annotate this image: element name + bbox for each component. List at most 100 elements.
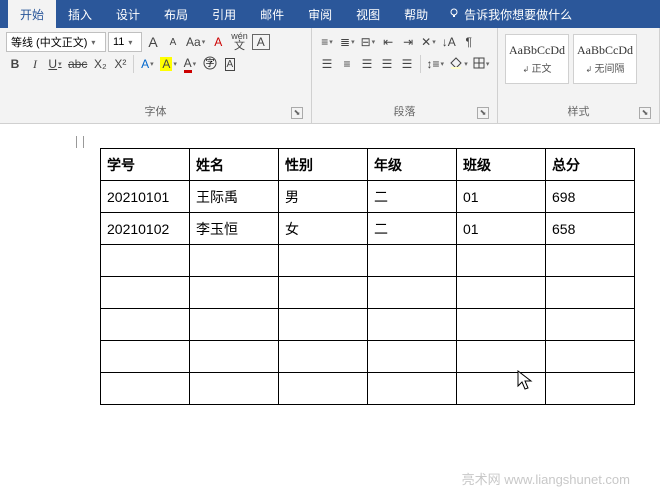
increase-indent-button[interactable]: ⇥ [399,32,417,52]
tab-references[interactable]: 引用 [200,0,248,29]
table-cell[interactable] [279,277,368,309]
table-header-cell[interactable]: 姓名 [190,149,279,181]
asian-layout-button[interactable]: ✕▾ [419,32,438,52]
bullets-button[interactable]: ≡▾ [318,32,336,52]
table-cell[interactable] [279,245,368,277]
align-right-button[interactable]: ☰ [358,54,376,74]
font-color-button[interactable]: A▾ [181,54,199,74]
tab-view[interactable]: 视图 [344,0,392,29]
char-border-button[interactable]: A [252,34,270,50]
table-header-cell[interactable]: 班级 [457,149,546,181]
table-cell[interactable]: 20210102 [101,213,190,245]
style-normal[interactable]: AaBbCcDd 正文 [505,34,569,84]
borders-button[interactable]: ▾ [471,54,491,74]
bold-button[interactable]: B [6,54,24,74]
table-cell[interactable] [279,341,368,373]
table-cell[interactable] [368,277,457,309]
strikethrough-button[interactable]: abc [66,54,89,74]
table-cell[interactable]: 二 [368,213,457,245]
tab-layout[interactable]: 布局 [152,0,200,29]
table-cell[interactable] [457,341,546,373]
document-table[interactable]: 学号姓名性别年级班级总分 20210101王际禹男二01698 20210102李玉… [100,148,635,405]
table-cell[interactable] [101,245,190,277]
table-cell[interactable] [190,309,279,341]
styles-dialog-launcher[interactable]: ⬊ [639,107,651,119]
table-cell[interactable]: 698 [546,181,635,213]
table-cell[interactable] [457,373,546,405]
superscript-button[interactable]: X² [111,54,129,74]
table-cell[interactable] [101,277,190,309]
tab-home[interactable]: 开始 [8,0,56,29]
table-cell[interactable] [546,277,635,309]
change-case-button[interactable]: Aa▾ [184,32,207,52]
table-cell[interactable] [457,245,546,277]
sort-button[interactable]: ↓A [440,32,458,52]
table-cell[interactable] [546,341,635,373]
table-cell[interactable]: 王际禹 [190,181,279,213]
table-cell[interactable] [368,341,457,373]
table-cell[interactable] [368,309,457,341]
italic-button[interactable]: I [26,54,44,74]
ruler-indent-marker[interactable] [76,136,84,148]
table-cell[interactable]: 658 [546,213,635,245]
multilevel-button[interactable]: ⊟▾ [359,32,378,52]
table-cell[interactable] [190,341,279,373]
table-cell[interactable] [546,245,635,277]
tab-insert[interactable]: 插入 [56,0,104,29]
table-cell[interactable]: 女 [279,213,368,245]
font-dialog-launcher[interactable]: ⬊ [291,107,303,119]
highlight-button[interactable]: A▾ [158,54,179,74]
table-cell[interactable]: 李玉恒 [190,213,279,245]
subscript-button[interactable]: X₂ [91,54,109,74]
char-shading-button[interactable]: 字 [201,54,219,74]
numbering-button[interactable]: ≣▾ [338,32,357,52]
text-effects-button[interactable]: A▾ [138,54,156,74]
table-cell[interactable] [101,373,190,405]
table-cell[interactable] [101,309,190,341]
underline-button[interactable]: U▾ [46,54,64,74]
show-marks-button[interactable]: ¶ [460,32,478,52]
table-cell[interactable] [368,245,457,277]
font-size-select[interactable]: 11▾ [108,32,142,52]
shading-button[interactable]: ▾ [448,54,470,74]
distributed-button[interactable]: ☰ [398,54,416,74]
table-cell[interactable]: 01 [457,213,546,245]
tab-review[interactable]: 审阅 [296,0,344,29]
table-cell[interactable] [190,245,279,277]
table-cell[interactable] [279,373,368,405]
shrink-font-button[interactable]: A [164,32,182,52]
table-cell[interactable] [457,277,546,309]
table-cell[interactable]: 01 [457,181,546,213]
style-nospacing[interactable]: AaBbCcDd 无间隔 [573,34,637,84]
table-cell[interactable] [279,309,368,341]
table-cell[interactable]: 20210101 [101,181,190,213]
align-center-button[interactable]: ≡ [338,54,356,74]
table-header-cell[interactable]: 性别 [279,149,368,181]
table-cell[interactable] [546,309,635,341]
decrease-indent-button[interactable]: ⇤ [379,32,397,52]
tab-help[interactable]: 帮助 [392,0,440,29]
table-cell[interactable]: 男 [279,181,368,213]
enclose-char-button[interactable]: A [221,54,239,74]
phonetic-guide-button[interactable]: wén文 [229,32,250,52]
clear-format-button[interactable]: A [209,32,227,52]
align-justify-button[interactable]: ☰ [378,54,396,74]
tab-mailings[interactable]: 邮件 [248,0,296,29]
table-cell[interactable] [368,373,457,405]
tell-me-search[interactable]: 告诉我你想要做什么 [448,6,572,23]
font-name-select[interactable]: 等线 (中文正文)▾ [6,32,106,52]
table-cell[interactable] [457,309,546,341]
tab-design[interactable]: 设计 [104,0,152,29]
grow-font-button[interactable]: A [144,32,162,52]
line-spacing-button[interactable]: ↕≡▾ [425,54,446,74]
table-header-cell[interactable]: 年级 [368,149,457,181]
table-cell[interactable] [190,373,279,405]
table-header-cell[interactable]: 学号 [101,149,190,181]
align-left-button[interactable]: ☰ [318,54,336,74]
table-header-cell[interactable]: 总分 [546,149,635,181]
table-cell[interactable] [190,277,279,309]
table-cell[interactable]: 二 [368,181,457,213]
table-cell[interactable] [101,341,190,373]
document-area[interactable]: 学号姓名性别年级班级总分 20210101王际禹男二01698 20210102李玉… [0,124,660,405]
paragraph-dialog-launcher[interactable]: ⬊ [477,107,489,119]
